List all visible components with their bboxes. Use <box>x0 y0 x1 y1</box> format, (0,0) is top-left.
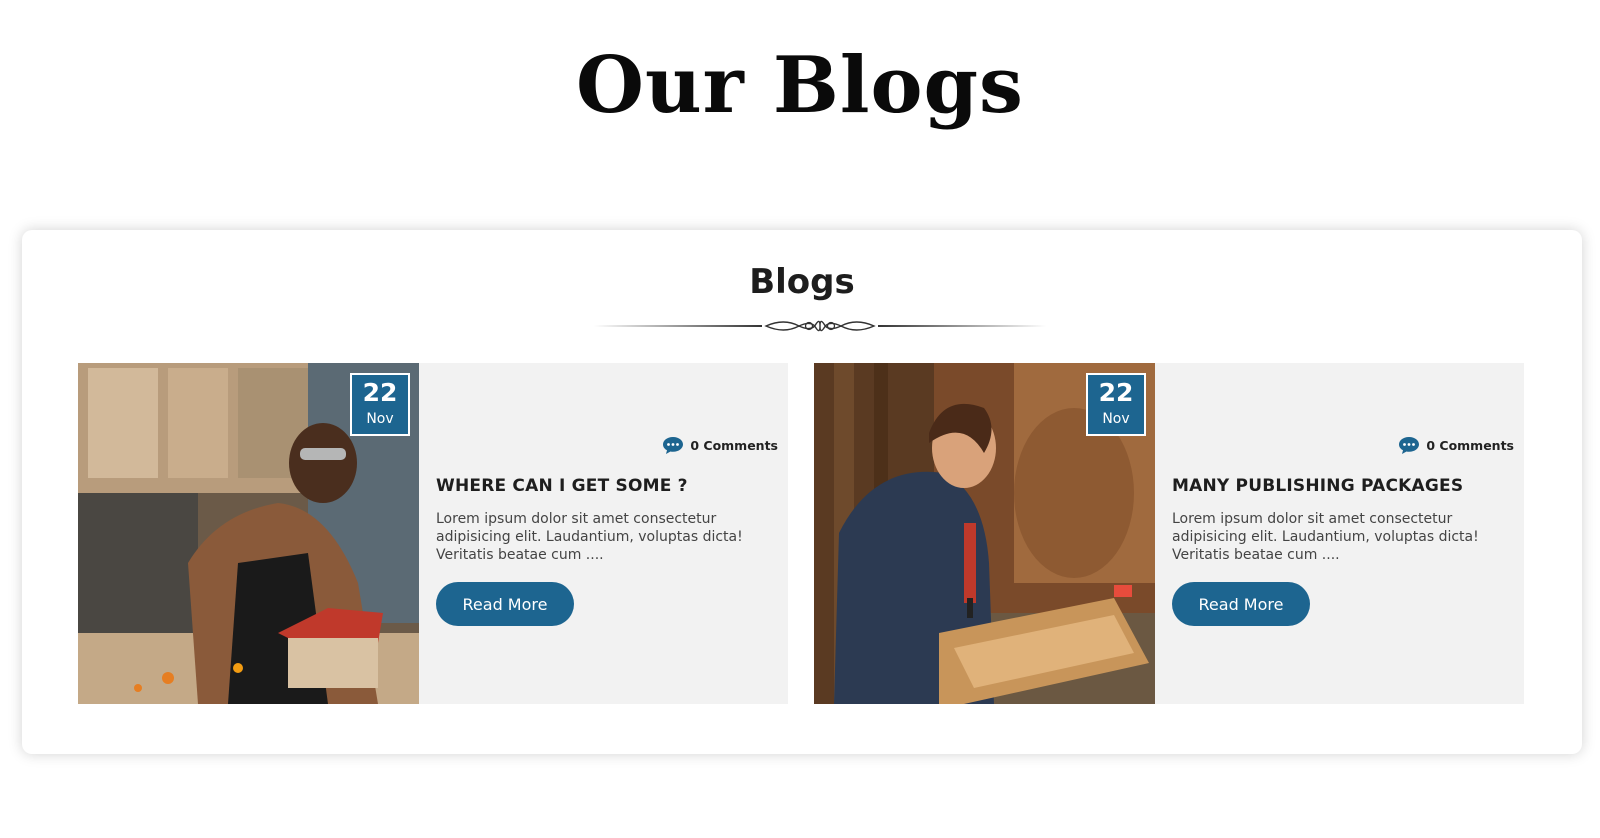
date-month: Nov <box>1102 411 1130 427</box>
date-day: 22 <box>362 378 398 407</box>
blog-title[interactable]: WHERE CAN I GET SOME ? <box>436 476 776 496</box>
blog-excerpt: Lorem ipsum dolor sit amet consectetur a… <box>1172 511 1479 563</box>
blog-image[interactable]: 22 Nov <box>78 363 419 704</box>
date-day: 22 <box>1098 378 1134 407</box>
section-title: Blogs <box>749 262 855 302</box>
comments-link[interactable]: 0 Comments <box>1398 436 1514 455</box>
chat-bubble-icon <box>1399 437 1420 454</box>
blogs-panel: Blogs 22 Nov 0 Comments WHERE CAN I GET … <box>22 230 1582 754</box>
blog-card: 22 Nov 0 Comments WHERE CAN I GET SOME ?… <box>78 363 788 704</box>
blog-excerpt: Lorem ipsum dolor sit amet consectetur a… <box>436 511 743 563</box>
comments-count: 0 Comments <box>1426 438 1514 453</box>
comments-count: 0 Comments <box>690 438 778 453</box>
date-badge: 22 Nov <box>350 373 410 436</box>
date-badge: 22 Nov <box>1086 373 1146 436</box>
blog-image[interactable]: 22 Nov <box>814 363 1155 704</box>
blog-title[interactable]: MANY PUBLISHING PACKAGES <box>1172 476 1512 496</box>
read-more-button[interactable]: Read More <box>436 582 574 626</box>
comments-link[interactable]: 0 Comments <box>662 436 778 455</box>
read-more-button[interactable]: Read More <box>1172 582 1310 626</box>
page-heading: Our Blogs <box>576 40 1024 131</box>
date-month: Nov <box>366 411 394 427</box>
blog-card: 22 Nov 0 Comments MANY PUBLISHING PACKAG… <box>814 363 1524 704</box>
ornament-divider-icon <box>594 320 1046 332</box>
chat-bubble-icon <box>663 437 684 454</box>
